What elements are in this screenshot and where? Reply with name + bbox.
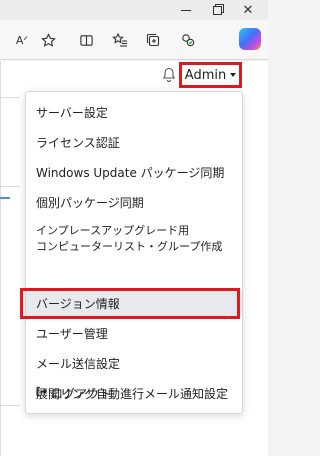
menu-item-label: コンピューターリスト・グループ作成 xyxy=(36,240,223,253)
menu-item-version-info[interactable]: バージョン情報 xyxy=(26,291,242,316)
menu-item-inplace-upgrade-list[interactable]: インプレースアップグレード用 コンピューターリスト・グループ作成 xyxy=(26,219,242,259)
page-border xyxy=(0,61,1,456)
menu-item-label: ライセンス認証 xyxy=(36,135,120,150)
bell-icon[interactable] xyxy=(161,66,177,84)
caret-down-icon xyxy=(230,73,237,77)
menu-item-label: バージョン情報 xyxy=(36,297,120,311)
close-icon[interactable]: ✕ xyxy=(240,2,256,18)
restore-icon[interactable] xyxy=(209,2,225,18)
menu-item-label: メール送信設定 xyxy=(36,356,121,371)
active-tab-indicator xyxy=(0,197,10,199)
admin-dropdown-menu: サーバー設定 ライセンス認証 Windows Update パッケージ同期 個別… xyxy=(20,91,243,414)
favorites-icon[interactable] xyxy=(110,30,130,50)
menu-item-license[interactable]: ライセンス認証 xyxy=(26,128,242,156)
menu-spacer xyxy=(26,408,242,409)
favorite-star-icon[interactable] xyxy=(38,30,58,50)
logout-icon xyxy=(36,386,47,400)
minimize-icon[interactable] xyxy=(178,2,194,18)
page-divider xyxy=(0,186,20,187)
menu-item-label: Windows Update パッケージ同期 xyxy=(36,165,225,180)
menu-item-individual-package-sync[interactable]: 個別パッケージ同期 xyxy=(26,188,242,216)
extension-icon[interactable] xyxy=(178,30,198,50)
menu-item-server-settings[interactable]: サーバー設定 xyxy=(26,98,242,126)
copilot-icon[interactable] xyxy=(239,28,261,50)
browser-toolbar: Aᐟ xyxy=(0,20,268,60)
collections-icon[interactable] xyxy=(143,30,163,50)
page-divider xyxy=(0,97,20,98)
menu-item-windows-update-sync[interactable]: Windows Update パッケージ同期 xyxy=(26,158,242,186)
page-content: Admin サーバー設定 ライセンス認証 Windows Update パッケー… xyxy=(0,61,268,456)
menu-item-logout[interactable]: ログアウト xyxy=(26,379,240,407)
menu-item-mail-settings[interactable]: メール送信設定 xyxy=(26,349,242,377)
menu-item-label: インプレースアップグレード用 xyxy=(36,224,190,237)
menu-item-label: ログアウト xyxy=(51,386,112,401)
menu-item-user-management[interactable]: ユーザー管理 xyxy=(26,319,242,347)
admin-label: Admin xyxy=(184,67,227,83)
admin-menu-button[interactable]: Admin xyxy=(179,62,242,88)
browser-titlebar: ✕ xyxy=(0,0,268,20)
page-divider xyxy=(0,405,20,406)
menu-item-label: ユーザー管理 xyxy=(36,326,108,341)
split-screen-icon[interactable] xyxy=(76,30,96,50)
menu-item-label: 個別パッケージ同期 xyxy=(36,195,144,210)
menu-item-label: サーバー設定 xyxy=(36,105,108,120)
read-aloud-icon[interactable]: Aᐟ xyxy=(12,30,32,50)
